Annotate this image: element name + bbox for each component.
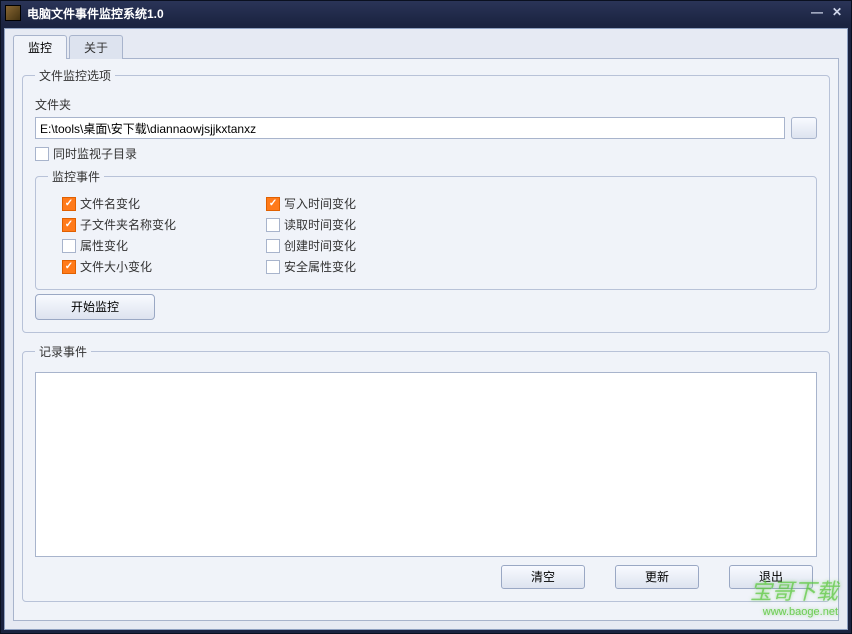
evt-subfolder-row[interactable]: 子文件夹名称变化 [62,216,176,233]
log-group: 记录事件 清空 更新 退出 [22,343,830,602]
events-legend: 监控事件 [48,168,104,185]
window-title: 电脑文件事件监控系统1.0 [27,5,807,22]
exit-button[interactable]: 退出 [729,565,813,589]
evt-security-checkbox[interactable] [266,260,280,274]
log-legend: 记录事件 [35,343,91,360]
evt-createtime-row[interactable]: 创建时间变化 [266,237,356,254]
evt-security-label: 安全属性变化 [284,258,356,275]
events-col-1: 文件名变化 子文件夹名称变化 属性变化 [62,193,176,277]
options-group: 文件监控选项 文件夹 同时监视子目录 监控事件 [22,67,830,333]
evt-writetime-label: 写入时间变化 [284,195,356,212]
evt-subfolder-checkbox[interactable] [62,218,76,232]
client-area: 监控 关于 文件监控选项 文件夹 同时监视子目录 监控事件 [4,28,848,630]
evt-security-row[interactable]: 安全属性变化 [266,258,356,275]
folder-label: 文件夹 [35,96,817,113]
folder-row [35,117,817,139]
app-window: 电脑文件事件监控系统1.0 — ✕ 监控 关于 文件监控选项 文件夹 同时监视子… [0,0,852,634]
evt-readtime-checkbox[interactable] [266,218,280,232]
tab-strip: 监控 关于 [13,35,839,59]
log-textarea[interactable] [35,372,817,557]
events-col-2: 写入时间变化 读取时间变化 创建时间变化 [266,193,356,277]
evt-createtime-checkbox[interactable] [266,239,280,253]
browse-button[interactable] [791,117,817,139]
app-icon [5,5,21,21]
evt-size-row[interactable]: 文件大小变化 [62,258,176,275]
options-legend: 文件监控选项 [35,67,115,84]
events-columns: 文件名变化 子文件夹名称变化 属性变化 [48,193,804,277]
evt-attr-label: 属性变化 [80,237,128,254]
watch-sub-checkbox[interactable] [35,147,49,161]
close-button[interactable]: ✕ [827,5,847,21]
evt-filename-label: 文件名变化 [80,195,140,212]
watch-sub-row[interactable]: 同时监视子目录 [35,145,817,162]
evt-subfolder-label: 子文件夹名称变化 [80,216,176,233]
minimize-button[interactable]: — [807,5,827,21]
evt-size-checkbox[interactable] [62,260,76,274]
evt-createtime-label: 创建时间变化 [284,237,356,254]
evt-filename-row[interactable]: 文件名变化 [62,195,176,212]
evt-filename-checkbox[interactable] [62,197,76,211]
evt-writetime-checkbox[interactable] [266,197,280,211]
evt-readtime-label: 读取时间变化 [284,216,356,233]
start-button[interactable]: 开始监控 [35,294,155,320]
titlebar: 电脑文件事件监控系统1.0 — ✕ [1,1,851,25]
evt-attr-row[interactable]: 属性变化 [62,237,176,254]
tab-about[interactable]: 关于 [69,35,123,59]
evt-size-label: 文件大小变化 [80,258,152,275]
events-group: 监控事件 文件名变化 子文件夹名称变化 [35,168,817,290]
tab-panel-monitor: 文件监控选项 文件夹 同时监视子目录 监控事件 [13,58,839,621]
folder-input[interactable] [35,117,785,139]
evt-attr-checkbox[interactable] [62,239,76,253]
watch-sub-label: 同时监视子目录 [53,145,137,162]
clear-button[interactable]: 清空 [501,565,585,589]
tab-monitor[interactable]: 监控 [13,35,67,59]
bottom-buttons: 清空 更新 退出 [35,565,817,589]
evt-readtime-row[interactable]: 读取时间变化 [266,216,356,233]
evt-writetime-row[interactable]: 写入时间变化 [266,195,356,212]
refresh-button[interactable]: 更新 [615,565,699,589]
